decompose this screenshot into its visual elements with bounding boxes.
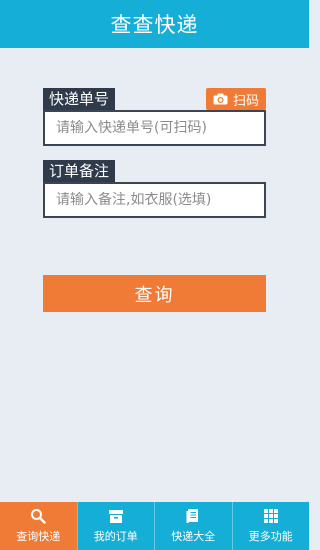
tab-more-functions[interactable]: 更多功能 — [231, 502, 310, 550]
tracking-number-input[interactable] — [56, 120, 264, 136]
search-icon — [31, 509, 46, 524]
bottom-tab-bar: 查询快递 我的订单 快递大全 更多功能 — [0, 502, 309, 550]
order-note-label: 订单备注 — [43, 160, 116, 182]
tab-my-orders[interactable]: 我的订单 — [76, 502, 155, 550]
camera-icon — [213, 93, 228, 105]
tab-express-directory[interactable]: 快递大全 — [154, 502, 232, 550]
order-note-field[interactable] — [43, 182, 266, 218]
scan-button-label: 扫码 — [232, 93, 259, 109]
tab-label: 查询快递 — [16, 530, 61, 543]
tab-label: 更多功能 — [248, 530, 293, 543]
tab-label: 快递大全 — [171, 530, 216, 543]
tracking-number-field[interactable] — [43, 110, 266, 146]
tab-label: 我的订单 — [93, 530, 138, 543]
query-button[interactable]: 查询 — [43, 275, 266, 312]
tab-query-express[interactable]: 查询快递 — [0, 502, 77, 550]
grid-icon — [263, 509, 278, 523]
scan-button[interactable]: 扫码 — [206, 88, 266, 110]
archive-box-icon — [108, 510, 123, 523]
tracking-number-label: 快递单号 — [43, 88, 116, 110]
app-header: 查查快递 — [0, 0, 309, 48]
order-note-input[interactable] — [56, 192, 264, 208]
page-title: 查查快递 — [110, 13, 199, 37]
book-icon — [186, 509, 199, 523]
